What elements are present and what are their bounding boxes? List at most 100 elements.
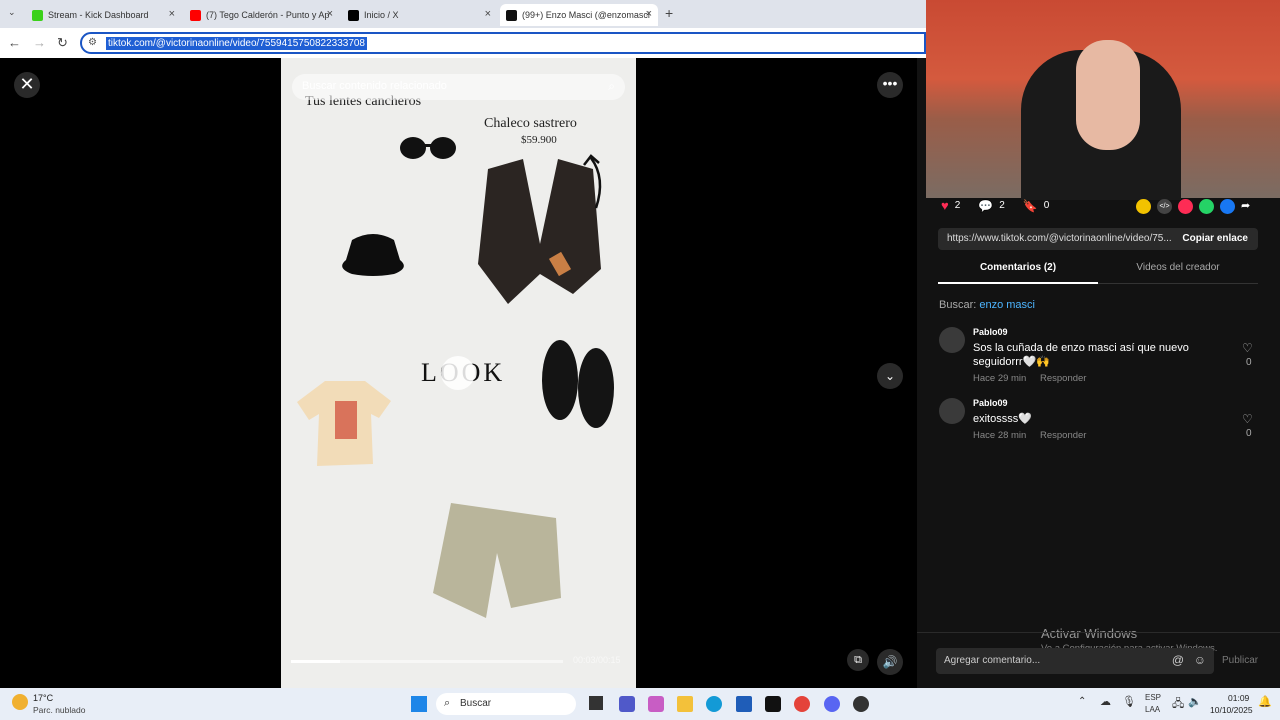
sunglasses-image bbox=[400, 137, 456, 159]
store-icon[interactable] bbox=[736, 696, 752, 712]
youtube-icon bbox=[190, 9, 201, 21]
site-settings-icon[interactable]: ⚙ bbox=[88, 37, 97, 48]
like-comment-icon[interactable]: ♡ bbox=[1242, 341, 1253, 355]
copilot-icon[interactable] bbox=[648, 696, 664, 712]
avatar[interactable] bbox=[939, 398, 965, 424]
arrow-doodle bbox=[583, 154, 602, 209]
tab-list-icon[interactable]: ⌄ bbox=[8, 7, 16, 18]
tab-title: Inicio / X bbox=[364, 10, 399, 20]
embed-icon[interactable]: </> bbox=[1157, 199, 1172, 214]
comment-input[interactable]: Agregar comentario... @ ☺ bbox=[936, 648, 1214, 674]
play-icon[interactable] bbox=[441, 356, 475, 390]
tab-creator-videos[interactable]: Videos del creador bbox=[1098, 262, 1258, 284]
close-icon[interactable]: × bbox=[327, 8, 333, 20]
close-icon[interactable]: × bbox=[169, 8, 175, 20]
tab-tiktok[interactable]: (99+) Enzo Masci (@enzomasci × bbox=[500, 4, 658, 26]
comment-time: Hace 29 min bbox=[973, 373, 1027, 384]
weather-desc: Parc. nublado bbox=[33, 705, 86, 715]
avatar[interactable] bbox=[939, 327, 965, 353]
close-button[interactable]: ✕ bbox=[14, 72, 40, 98]
pip-button[interactable]: ⧉ bbox=[847, 649, 869, 671]
new-tab-button[interactable]: + bbox=[665, 5, 673, 21]
language-layout[interactable]: LAA bbox=[1145, 705, 1160, 714]
address-bar: ← → ↻ ⚙ tiktok.com/@victorinaonline/vide… bbox=[0, 28, 926, 58]
teams-icon[interactable] bbox=[619, 696, 635, 712]
search-icon[interactable]: ⌕ bbox=[608, 79, 615, 94]
more-options-button[interactable]: ••• bbox=[877, 72, 903, 98]
url-field[interactable]: ⚙ tiktok.com/@victorinaonline/video/7559… bbox=[80, 32, 926, 54]
label-chaleco: Chaleco sastrero bbox=[484, 116, 577, 131]
tab-x[interactable]: Inicio / X × bbox=[342, 4, 497, 26]
comment-likes: 0 bbox=[1246, 428, 1252, 439]
tab-comments[interactable]: Comentarios (2) bbox=[938, 262, 1098, 284]
edge-icon[interactable] bbox=[706, 696, 722, 712]
reload-icon[interactable]: ↻ bbox=[57, 35, 68, 51]
clock-date[interactable]: 10/10/2025 bbox=[1210, 705, 1253, 715]
coin-icon[interactable] bbox=[1136, 199, 1151, 214]
price-chaleco: $59.900 bbox=[521, 134, 557, 146]
link-box: https://www.tiktok.com/@victorinaonline/… bbox=[938, 228, 1258, 250]
bucket-hat-image bbox=[342, 234, 404, 276]
weather-icon[interactable] bbox=[12, 694, 28, 710]
chrome-icon[interactable] bbox=[794, 696, 810, 712]
onedrive-icon[interactable]: ☁ bbox=[1100, 695, 1111, 708]
comment-text: exitossss🤍 bbox=[973, 413, 1032, 425]
browser-tab-bar: ⌄ Stream - Kick Dashboard × (7) Tego Cal… bbox=[0, 0, 926, 28]
shorts-image bbox=[433, 503, 561, 618]
reply-button[interactable]: Responder bbox=[1040, 373, 1086, 384]
search-prefix: Buscar: bbox=[939, 299, 977, 311]
search-term[interactable]: enzo masci bbox=[979, 299, 1035, 311]
progress-bar[interactable] bbox=[291, 660, 563, 663]
share-icon[interactable]: ➦ bbox=[1241, 199, 1256, 214]
publish-button[interactable]: Publicar bbox=[1222, 655, 1258, 666]
forward-icon[interactable]: → bbox=[33, 35, 46, 50]
notifications-icon[interactable]: 🔔 bbox=[1258, 695, 1272, 708]
obs-icon[interactable] bbox=[853, 696, 869, 712]
tab-kick[interactable]: Stream - Kick Dashboard × bbox=[26, 4, 181, 26]
windows-start-icon[interactable] bbox=[411, 696, 427, 712]
next-video-button[interactable]: ⌄ bbox=[877, 363, 903, 389]
whatsapp-icon[interactable] bbox=[1199, 199, 1214, 214]
volume-icon[interactable]: 🔈 bbox=[1188, 695, 1202, 708]
time-display: 00:03/00:15 bbox=[573, 655, 621, 665]
tiktok-app-icon[interactable] bbox=[765, 696, 781, 712]
comment-user[interactable]: Pablo09 bbox=[973, 327, 1008, 337]
tab-title: (7) Tego Calderón - Punto y Ap bbox=[206, 10, 330, 20]
heart-icon[interactable]: ♥ bbox=[941, 198, 949, 213]
related-search-input[interactable]: Buscar contenido relacionado ⌕ bbox=[292, 74, 625, 100]
tray-chevron-icon[interactable]: ⌃ bbox=[1078, 696, 1086, 707]
webcam-overlay bbox=[926, 0, 1280, 200]
back-icon[interactable]: ← bbox=[8, 35, 21, 50]
likes-count: 2 bbox=[954, 200, 961, 211]
close-icon[interactable]: × bbox=[646, 8, 652, 20]
clock-time[interactable]: 01:09 bbox=[1228, 693, 1249, 703]
mention-icon[interactable]: @ bbox=[1172, 653, 1184, 667]
copy-link-button[interactable]: Copiar enlace bbox=[1182, 233, 1248, 244]
send-icon[interactable] bbox=[1178, 199, 1193, 214]
progress-fill bbox=[291, 660, 340, 663]
video-frame[interactable]: Tus lentes cancheros Chaleco sastrero $5… bbox=[281, 58, 636, 688]
task-view-icon[interactable] bbox=[589, 696, 603, 710]
comments-count: 2 bbox=[999, 200, 1005, 211]
network-icon[interactable]: 🖧 bbox=[1172, 695, 1184, 714]
file-explorer-icon[interactable] bbox=[677, 696, 693, 712]
language-code[interactable]: ESP bbox=[1145, 693, 1161, 702]
tab-youtube[interactable]: (7) Tego Calderón - Punto y Ap × bbox=[184, 4, 339, 26]
comment-placeholder: Agregar comentario... bbox=[944, 655, 1041, 666]
windows-taskbar: 17°C Parc. nublado ⌕ Buscar ⌃ ☁ 🎙 ESP LA… bbox=[0, 688, 1280, 720]
discord-icon[interactable] bbox=[824, 696, 840, 712]
bookmark-icon[interactable]: 🔖 bbox=[1023, 199, 1038, 213]
microphone-icon[interactable]: 🎙 bbox=[1122, 695, 1136, 708]
search-icon: ⌕ bbox=[444, 697, 451, 709]
facebook-icon[interactable] bbox=[1220, 199, 1235, 214]
comment-text: Sos la cuñada de enzo masci así que nuev… bbox=[973, 342, 1189, 368]
close-icon[interactable]: × bbox=[485, 8, 491, 20]
reply-button[interactable]: Responder bbox=[1040, 430, 1086, 441]
comment-icon[interactable]: 💬 bbox=[978, 199, 993, 213]
emoji-icon[interactable]: ☺ bbox=[1194, 653, 1206, 667]
like-comment-icon[interactable]: ♡ bbox=[1242, 412, 1253, 426]
kick-icon bbox=[32, 9, 43, 21]
volume-button[interactable]: 🔊 bbox=[877, 649, 903, 675]
comment-user[interactable]: Pablo09 bbox=[973, 398, 1008, 408]
taskbar-search[interactable]: ⌕ Buscar bbox=[436, 693, 576, 715]
